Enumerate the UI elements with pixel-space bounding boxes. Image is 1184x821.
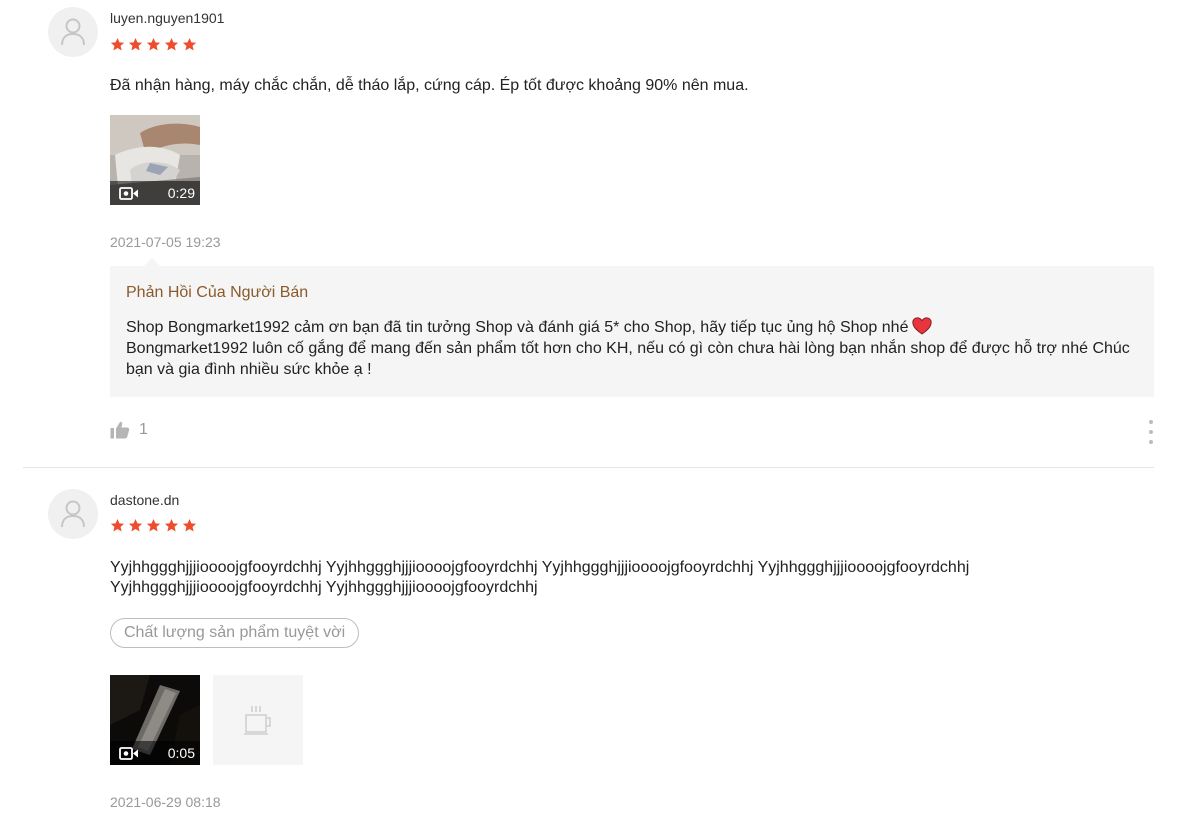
like-button[interactable]: 1 bbox=[110, 421, 148, 439]
review-video-thumbnail[interactable]: 0:05 bbox=[110, 675, 200, 765]
star-icon bbox=[182, 518, 197, 532]
reviewer-username[interactable]: luyen.nguyen1901 bbox=[110, 10, 224, 26]
thumbs-up-icon bbox=[110, 421, 130, 439]
more-options-button[interactable] bbox=[1146, 420, 1156, 444]
star-icon bbox=[182, 37, 197, 51]
star-icon bbox=[110, 518, 125, 532]
review-timestamp: 2021-06-29 08:18 bbox=[110, 794, 221, 810]
star-icon bbox=[146, 518, 161, 532]
user-silhouette-icon bbox=[61, 18, 85, 46]
seller-reply-text: Shop Bongmarket1992 cảm ơn bạn đã tin tư… bbox=[126, 317, 1131, 380]
star-icon bbox=[128, 518, 143, 532]
video-camera-icon bbox=[119, 186, 138, 200]
avatar[interactable] bbox=[48, 7, 98, 57]
review-tag: Chất lượng sản phẩm tuyệt vời bbox=[110, 618, 360, 648]
user-silhouette-icon bbox=[61, 500, 85, 528]
like-count: 1 bbox=[139, 421, 148, 438]
ellipsis-dot bbox=[1149, 430, 1153, 434]
vertical-ellipsis-icon bbox=[1149, 420, 1153, 424]
video-info-bar: 0:05 bbox=[110, 741, 200, 765]
star-icon bbox=[146, 37, 161, 51]
heart-icon bbox=[912, 317, 933, 335]
review-comment: Yyjhhggghjjjioooojgfooyrdchhj Yyjhhggghj… bbox=[110, 559, 970, 596]
review-comment: Đã nhận hàng, máy chắc chắn, dễ tháo lắp… bbox=[110, 77, 749, 94]
star-icon bbox=[110, 37, 125, 51]
seller-reply-title: Phản Hồi Của Người Bán bbox=[126, 284, 309, 301]
video-duration: 0:05 bbox=[167, 745, 195, 761]
review-video-thumbnail[interactable]: 0:29 bbox=[110, 115, 200, 205]
star-icon bbox=[128, 37, 143, 51]
rating-stars bbox=[110, 37, 197, 52]
review-image-placeholder[interactable] bbox=[213, 675, 303, 765]
review-divider bbox=[23, 467, 1154, 468]
star-icon bbox=[164, 518, 179, 532]
seller-reply: Phản Hồi Của Người Bán Shop Bongmarket19… bbox=[110, 258, 1154, 397]
seller-reply-line1: Shop Bongmarket1992 cảm ơn bạn đã tin tư… bbox=[126, 319, 909, 336]
reviewer-username[interactable]: dastone.dn bbox=[110, 492, 179, 508]
star-icon bbox=[164, 37, 179, 51]
video-info-bar: 0:29 bbox=[110, 181, 200, 205]
coffee-cup-icon bbox=[244, 706, 271, 735]
seller-reply-line2: Bongmarket1992 luôn cố gắng để mang đến … bbox=[126, 340, 1130, 378]
review-timestamp: 2021-07-05 19:23 bbox=[110, 234, 221, 250]
video-duration: 0:29 bbox=[167, 185, 195, 201]
video-camera-icon bbox=[119, 746, 138, 760]
rating-stars bbox=[110, 518, 197, 533]
reply-pointer bbox=[144, 258, 160, 266]
ellipsis-dot bbox=[1149, 440, 1153, 444]
avatar[interactable] bbox=[48, 489, 98, 539]
